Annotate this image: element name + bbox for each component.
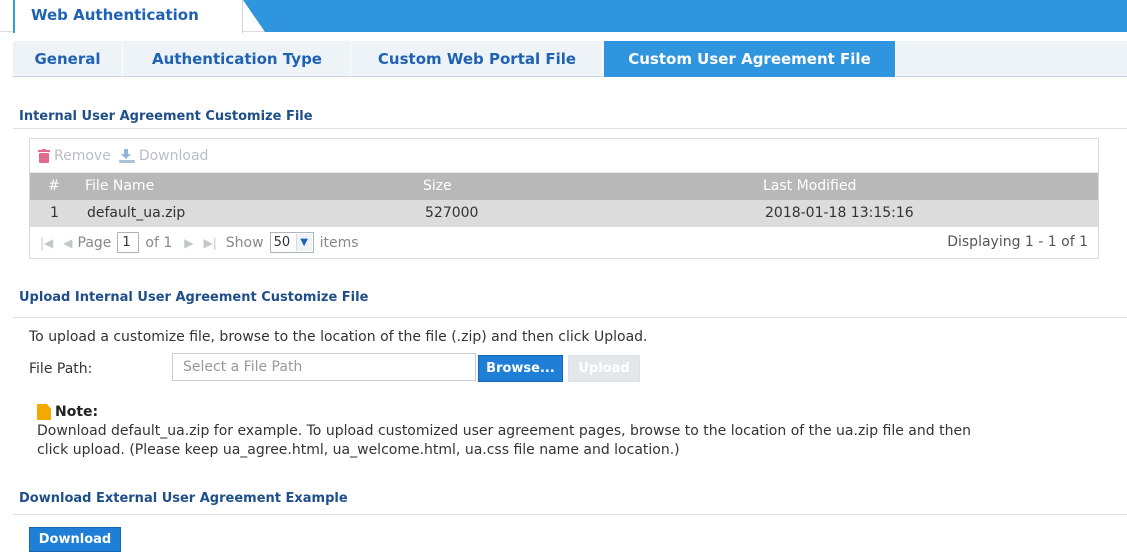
note-line-2: click upload. (Please keep ua_agree.html…	[37, 442, 680, 458]
note-line-1: Download default_ua.zip for example. To …	[37, 423, 971, 439]
window-titlebar: Web Authentication	[0, 0, 1127, 33]
download-label: Download	[138, 147, 209, 164]
window-title: Web Authentication	[31, 6, 199, 24]
column-header-index[interactable]: #	[48, 178, 60, 194]
download-toolbar-button[interactable]: Download	[118, 147, 209, 164]
page-size-value: 50	[273, 235, 291, 250]
column-header-last-modified[interactable]: Last Modified	[763, 178, 856, 194]
section-divider	[13, 514, 1127, 515]
note-heading-label: Note:	[55, 404, 99, 420]
upload-button[interactable]: Upload	[568, 355, 640, 382]
internal-section-title: Internal User Agreement Customize File	[19, 109, 313, 124]
tab-bar: General Authentication Type Custom Web P…	[13, 41, 1127, 77]
remove-button[interactable]: Remove	[38, 148, 111, 164]
note-body: Download default_ua.zip for example. To …	[37, 422, 1127, 460]
page-number-input[interactable]: 1	[117, 232, 140, 253]
pager-display-text: Displaying 1 - 1 of 1	[947, 234, 1088, 250]
row-last-modified: 2018-01-18 13:15:16	[765, 205, 914, 221]
chevron-down-icon[interactable]: ▼	[295, 234, 312, 251]
items-label: items	[319, 234, 359, 251]
note-icon	[37, 404, 51, 420]
previous-page-icon[interactable]: ◀	[63, 236, 72, 250]
page-label: Page	[77, 234, 112, 251]
tab-custom-user-agreement-file[interactable]: Custom User Agreement File	[604, 41, 896, 77]
title-tab: Web Authentication	[13, 0, 243, 33]
file-grid: Remove Download # File Name Size Last Mo…	[29, 138, 1099, 259]
tab-authentication-type[interactable]: Authentication Type	[124, 41, 351, 77]
row-size: 527000	[425, 205, 479, 221]
file-path-label: File Path:	[29, 361, 93, 377]
column-header-size[interactable]: Size	[423, 178, 452, 194]
section-divider	[13, 317, 1127, 318]
browse-button[interactable]: Browse...	[478, 355, 563, 382]
column-header-file-name[interactable]: File Name	[85, 178, 154, 194]
title-accent-bar	[243, 0, 1127, 32]
last-page-icon[interactable]: ▶|	[204, 236, 217, 250]
external-section-title: Download External User Agreement Example	[19, 491, 348, 506]
table-row[interactable]: 1 default_ua.zip 527000 2018-01-18 13:15…	[30, 200, 1098, 227]
trash-icon	[38, 148, 50, 163]
upload-section-title: Upload Internal User Agreement Customize…	[19, 290, 369, 305]
download-icon	[118, 148, 135, 163]
page-size-select[interactable]: 50 ▼	[269, 232, 314, 253]
download-example-button[interactable]: Download	[29, 527, 121, 552]
upload-description: To upload a customize file, browse to th…	[29, 329, 648, 345]
file-path-input[interactable]: Select a File Path	[172, 353, 476, 381]
row-file-name: default_ua.zip	[87, 205, 186, 221]
row-index: 1	[50, 205, 59, 221]
remove-label: Remove	[54, 147, 111, 164]
next-page-icon[interactable]: ▶	[184, 236, 193, 250]
tab-general[interactable]: General	[13, 41, 123, 77]
section-divider	[13, 128, 1127, 129]
grid-toolbar: Remove Download	[30, 139, 1098, 173]
page-of-label: of 1	[145, 234, 173, 251]
grid-pager: |◀ ◀ Page 1 of 1 ▶ ▶| Show 50 ▼ items Di…	[30, 227, 1098, 258]
grid-header: # File Name Size Last Modified	[30, 173, 1098, 200]
show-label: Show	[225, 234, 264, 251]
first-page-icon[interactable]: |◀	[40, 236, 53, 250]
note-heading: Note:	[37, 404, 98, 420]
tab-custom-web-portal-file[interactable]: Custom Web Portal File	[352, 41, 603, 77]
